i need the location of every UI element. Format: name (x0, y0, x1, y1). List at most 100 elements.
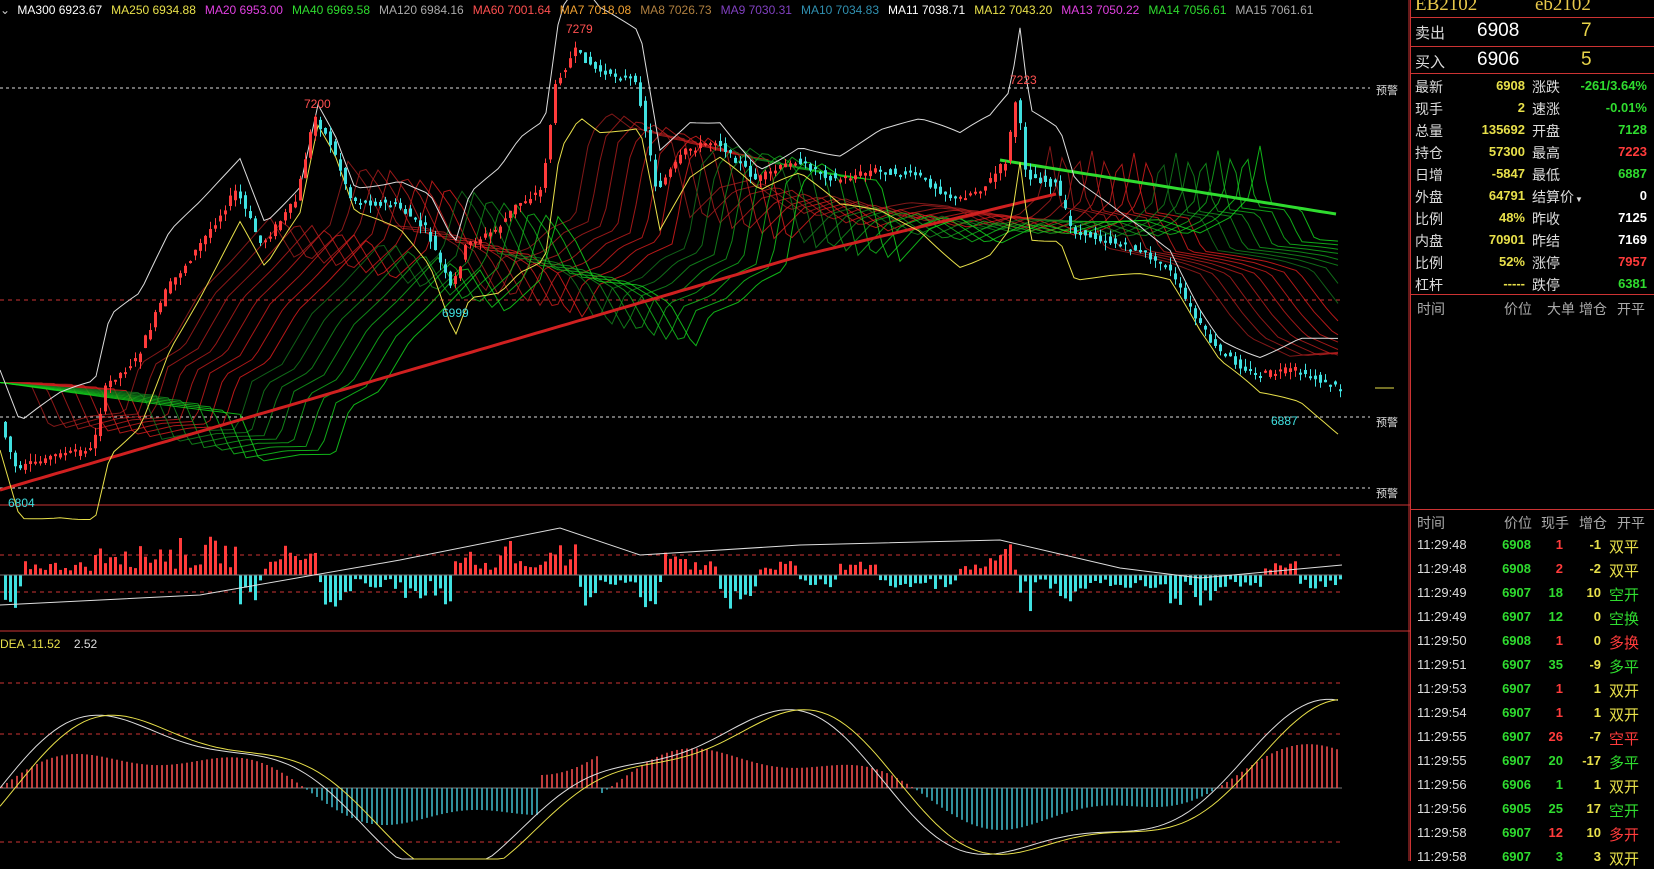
candle-body (509, 210, 512, 218)
macd-value: 2.52 (73, 637, 98, 651)
chevron-down-icon[interactable]: ⌄ (0, 3, 10, 17)
volume-bar (359, 575, 362, 580)
tick-volume: 3 (1555, 849, 1563, 864)
volume-bar (294, 556, 297, 575)
volume-bar (304, 558, 307, 575)
volume-bar (84, 566, 87, 575)
volume-bar (1214, 575, 1217, 592)
candle-body (764, 171, 767, 180)
volume-bar (114, 556, 117, 575)
volume-bar (1219, 575, 1222, 588)
tick-price: 6907 (1502, 585, 1531, 600)
quote-row: 最新 6908 涨跌 -261/3.64% (1411, 75, 1654, 97)
volume-bar (879, 575, 882, 581)
low-label-6999: 6999 (442, 306, 469, 320)
candle-body (1119, 244, 1122, 247)
volume-bar (1089, 575, 1092, 583)
volume-bar (524, 566, 527, 575)
volume-bar (1249, 575, 1252, 586)
ma-legend-item: MA12 7043.20 (974, 3, 1053, 17)
ask-volume: 7 (1581, 20, 1592, 41)
candle-body (844, 176, 847, 179)
macd-line (0, 698, 1339, 860)
volume-bar (709, 561, 712, 575)
candle-body (974, 191, 977, 194)
candle-body (534, 192, 537, 196)
volume-bar (224, 545, 227, 575)
volume-bar (414, 575, 417, 591)
volume-bar (1139, 575, 1142, 581)
ma-line (0, 132, 1339, 434)
tick-volume: 1 (1555, 681, 1563, 696)
candle-body (704, 143, 707, 146)
volume-bar (104, 563, 107, 575)
candle-body (1114, 238, 1117, 244)
quote-label: 比例 (1415, 255, 1443, 271)
candle-body (1024, 126, 1027, 170)
volume-bar (274, 561, 277, 575)
dropdown-icon[interactable]: ▼ (1575, 195, 1583, 204)
candle-body (989, 178, 992, 183)
volume-bar (614, 575, 617, 585)
volume-bar (74, 564, 77, 575)
candle-body (464, 245, 467, 260)
candle-body (609, 69, 612, 74)
candle-body (584, 52, 587, 63)
candle-body (1019, 100, 1022, 124)
volume-bar (1334, 575, 1337, 586)
volume-bar (444, 575, 447, 605)
volume-bar (599, 575, 602, 581)
quote-label: 涨跌 (1532, 79, 1560, 95)
candle-body (1174, 273, 1177, 280)
volume-bar (939, 575, 942, 580)
chart-area[interactable]: ⌄ MA300 6923.67 MA250 6934.88 MA20 6953.00… (0, 0, 1410, 861)
quote-value: 48% (1498, 210, 1525, 225)
quote-value: -5847 (1491, 166, 1525, 181)
candle-body (524, 201, 527, 204)
volume-bar (429, 575, 432, 582)
alert-label[interactable]: 预警 (1376, 485, 1398, 501)
candle-body (59, 453, 62, 458)
volume-bar (394, 575, 397, 589)
volume-bar (1284, 567, 1287, 575)
volume-bar (609, 575, 612, 585)
candle-body (649, 129, 652, 156)
candle-body (344, 167, 347, 185)
volume-bar (1254, 575, 1257, 583)
ma-line (0, 143, 1339, 440)
candle-body (1249, 369, 1252, 372)
candle-body (899, 175, 902, 178)
candle-body (869, 170, 872, 177)
candle-body (1009, 131, 1012, 161)
volume-bar (964, 566, 967, 575)
candle-body (114, 379, 117, 382)
quote-label: 内盘 (1415, 233, 1443, 249)
volume-bar (1084, 575, 1087, 589)
kline-chart[interactable] (0, 0, 1410, 861)
candle-body (1234, 356, 1237, 365)
candle-body (79, 450, 82, 456)
candle-body (1324, 379, 1327, 383)
tick-row: 11:29:55 6907 26 -7 空平 (1411, 725, 1654, 749)
candle-body (754, 173, 757, 180)
volume-bar (844, 569, 847, 575)
alert-label[interactable]: 预警 (1376, 82, 1398, 98)
candle-body (409, 208, 412, 217)
volume-bar (1049, 575, 1052, 589)
volume-bar (914, 575, 917, 584)
alert-label[interactable]: 预警 (1376, 414, 1398, 430)
quote-label: 涨停 (1532, 255, 1560, 271)
candle-body (559, 77, 562, 84)
quote-value: 7957 (1618, 254, 1647, 269)
ma-legend-item: MA14 7056.61 (1148, 3, 1227, 17)
ma-legend-item: MA300 6923.67 (17, 3, 103, 17)
volume-bar (859, 561, 862, 575)
tick-time: 11:29:48 (1417, 561, 1467, 576)
quote-label: 最低 (1532, 167, 1560, 183)
candle-body (734, 157, 737, 163)
volume-bar (159, 549, 162, 575)
volume-bar (19, 575, 22, 587)
tick-time: 11:29:56 (1417, 777, 1467, 792)
candle-body (139, 353, 142, 363)
volume-bar (544, 561, 547, 575)
